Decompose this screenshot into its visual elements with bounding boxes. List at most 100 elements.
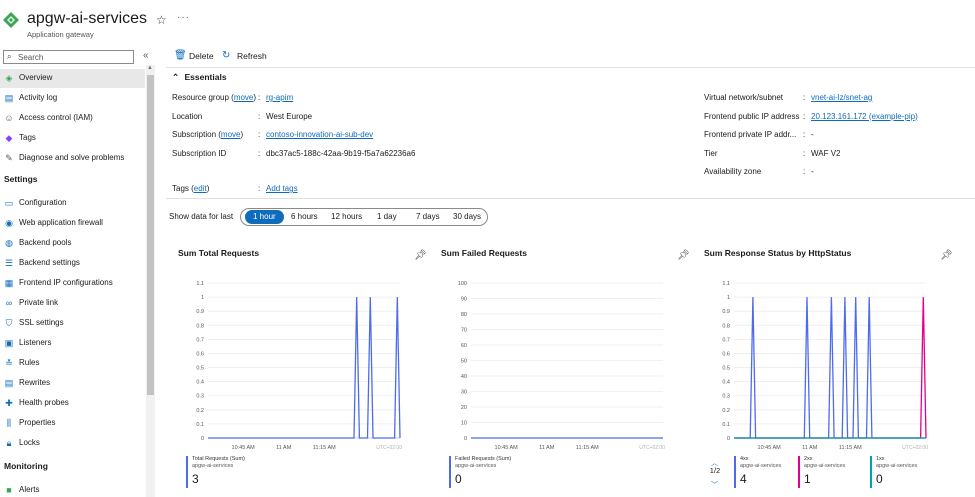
- essentials-value[interactable]: vnet-ai-lz/snet-ag: [811, 93, 872, 102]
- x-tick-label: 10:45 AM: [758, 445, 782, 451]
- command-toolbar: 🗑︎ Delete ↻ Refresh: [166, 48, 975, 66]
- essentials-value: West Europe: [266, 111, 313, 121]
- time-option-12-hours[interactable]: 12 hours: [331, 212, 362, 221]
- search-input[interactable]: ⌕ Search: [3, 50, 134, 64]
- colon: :: [258, 111, 261, 121]
- essentials-value[interactable]: contoso-innovation-ai-sub-dev: [266, 130, 373, 139]
- y-tick-label: 0: [201, 436, 204, 442]
- chevron-up-icon: ⌃: [172, 72, 180, 82]
- sidebar-item-backend-pools[interactable]: ◍ Backend pools: [0, 234, 145, 253]
- chart-plot: 0 10 20 30 40 50 60 70 80 90 100 10:45 AM 11 AM 11:15…: [458, 281, 665, 451]
- sidebar-item-label: Rewrites: [19, 378, 51, 387]
- x-tick-label: 11:15 AM: [313, 445, 336, 451]
- essentials-value: -: [811, 130, 814, 139]
- essentials-toggle[interactable]: ⌃ Essentials: [172, 72, 227, 83]
- y-tick-label: 0.9: [722, 309, 730, 315]
- add-tags-link[interactable]: Add tags: [266, 184, 298, 193]
- chart-sum-response-status-by-httpstatus: Sum Response Status by HttpStatus 📌︎ 0 0.1 0…: [704, 244, 964, 494]
- time-option-1-hour[interactable]: 1 hour: [245, 210, 284, 224]
- time-option-30-days[interactable]: 30 days: [453, 212, 481, 221]
- collapse-sidebar-icon[interactable]: «: [143, 50, 149, 61]
- chart-sum-failed-requests: Sum Failed Requests 📌︎ 0 10 20 30 40 50 60 70 80 90…: [441, 244, 701, 494]
- time-option-7-days[interactable]: 7 days: [416, 212, 440, 221]
- delete-button[interactable]: Delete: [189, 51, 214, 61]
- sidebar-scrollbar[interactable]: ▲: [146, 65, 155, 497]
- colon: :: [803, 93, 806, 102]
- sidebar-item-activity-log[interactable]: ▤ Activity log: [0, 89, 145, 108]
- sidebar-item-access-control-iam[interactable]: ☺ Access control (IAM): [0, 109, 145, 128]
- sidebar-item-web-application-firewall[interactable]: ◉ Web application firewall: [0, 214, 145, 233]
- tags-label: Tags (edit): [172, 184, 210, 193]
- sidebar-item-rewrites[interactable]: ▤ Rewrites: [0, 374, 145, 393]
- sidebar-item-label: Overview: [19, 73, 53, 82]
- y-tick-label: 0.8: [196, 323, 204, 329]
- sidebar-item-locks[interactable]: 🔒︎ Locks: [0, 434, 145, 453]
- colon: :: [803, 148, 806, 158]
- overview-icon: ◈: [5, 73, 13, 83]
- application-gateway-icon: [3, 12, 19, 28]
- time-option-1-day[interactable]: 1 day: [377, 212, 397, 221]
- sidebar-item-overview[interactable]: ◈ Overview: [0, 69, 145, 88]
- sidebar-item-frontend-ip-configurations[interactable]: ▦ Frontend IP configurations: [0, 274, 145, 293]
- legend-total-value: 4: [740, 472, 747, 486]
- legend-resource-name: apgw-ai-services: [804, 463, 846, 469]
- y-tick-label: 0: [464, 436, 467, 442]
- rewrites-icon: ▤: [4, 378, 14, 388]
- essentials-value[interactable]: rg-apim: [266, 93, 293, 102]
- legend-total-value: 3: [192, 472, 199, 486]
- y-tick-label: 60: [461, 343, 467, 349]
- sidebar-item-configuration[interactable]: ▭ Configuration: [0, 194, 145, 213]
- page-header: apgw-ai-services Application gateway ☆ ·…: [0, 0, 975, 44]
- sidebar-item-diagnose-and-solve-problems[interactable]: ✎ Diagnose and solve problems: [0, 149, 145, 168]
- sidebar-item-listeners[interactable]: ▣ Listeners: [0, 334, 145, 353]
- iam-icon: ☺: [4, 113, 14, 123]
- essentials-value: WAF V2: [811, 148, 841, 158]
- sidebar-item-rules[interactable]: ≛ Rules: [0, 354, 145, 373]
- legend-series-name: 4xx: [740, 456, 749, 462]
- favorite-star-icon[interactable]: ☆: [156, 13, 167, 27]
- essentials-value: dbc37ac5-188c-42aa-9b19-f5a7a62236a6: [266, 148, 416, 158]
- sidebar-item-label: Properties: [19, 418, 56, 427]
- scrollbar-thumb[interactable]: [147, 75, 154, 395]
- legend-color-swatch: [870, 456, 872, 488]
- legend-resource-name: apgw-ai-services: [876, 463, 918, 469]
- tags-edit-link[interactable]: edit: [194, 184, 207, 193]
- sidebar-item-backend-settings[interactable]: ☰ Backend settings: [0, 254, 145, 273]
- sidebar-item-ssl-settings[interactable]: ⛉ SSL settings: [0, 314, 145, 333]
- monitoring-section-heading: Monitoring: [4, 461, 48, 471]
- legend-series-name: Total Requests (Sum): [192, 456, 245, 462]
- sidebar-item-label: Alerts: [19, 485, 40, 494]
- y-tick-label: 100: [458, 281, 467, 287]
- move-link[interactable]: move: [234, 93, 254, 102]
- scroll-up-icon[interactable]: ▲: [147, 65, 153, 71]
- sidebar-item-health-probes[interactable]: ✚ Health probes: [0, 394, 145, 413]
- refresh-button[interactable]: Refresh: [237, 51, 267, 61]
- settings-section-heading: Settings: [4, 174, 38, 184]
- legend-page-down-icon[interactable]: ﹀: [711, 480, 718, 490]
- sidebar-item-label: Private link: [19, 298, 59, 307]
- backend-pools-icon: ◍: [5, 238, 13, 248]
- sidebar-item-label: Web application firewall: [19, 218, 103, 227]
- legend-resource-name: apgw-ai-services: [740, 463, 782, 469]
- y-tick-label: 0.5: [196, 366, 204, 372]
- y-tick-label: 0.5: [722, 366, 730, 372]
- backend-settings-icon: ☰: [4, 258, 14, 268]
- y-tick-label: 10: [461, 421, 467, 427]
- colon: :: [258, 184, 261, 193]
- sidebar-item-tags[interactable]: ◆ Tags: [0, 129, 145, 148]
- more-options-icon[interactable]: ···: [177, 12, 190, 23]
- sidebar-item-label: Listeners: [19, 338, 52, 347]
- y-tick-label: 1.1: [722, 281, 730, 287]
- sidebar-item-properties[interactable]: ⫼ Properties: [0, 414, 145, 433]
- y-tick-label: 0.2: [722, 408, 730, 414]
- sidebar: ⌕ Search « ◈ Overview ▤ Activity log ☺ Access…: [0, 47, 157, 497]
- move-link[interactable]: move: [221, 130, 241, 139]
- essentials-value[interactable]: 20.123.161.172 (example-pip): [811, 112, 918, 121]
- legend-color-swatch: [449, 456, 451, 488]
- page-subtitle: Application gateway: [27, 30, 94, 39]
- time-option-6-hours[interactable]: 6 hours: [291, 212, 318, 221]
- sidebar-item-label: Locks: [19, 438, 40, 447]
- tag-icon: ◆: [5, 133, 13, 143]
- sidebar-item-private-link[interactable]: ∞ Private link: [0, 294, 145, 313]
- sidebar-item-alerts[interactable]: ■ Alerts: [0, 481, 145, 497]
